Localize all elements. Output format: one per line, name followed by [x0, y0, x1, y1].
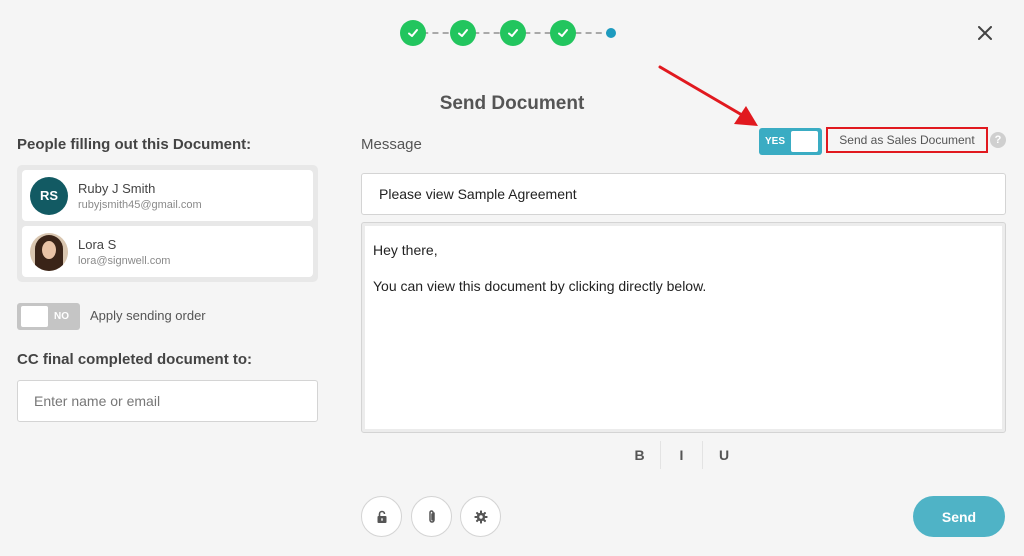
attach-button[interactable]	[411, 496, 452, 537]
cc-label: CC final completed document to:	[17, 351, 253, 368]
step-1-complete	[400, 20, 426, 46]
format-toolbar: B I U	[619, 441, 745, 469]
signer-email: rubyjsmith45@gmail.com	[78, 198, 202, 211]
step-5-current	[606, 28, 616, 38]
message-editor[interactable]: Hey there, You can view this document by…	[361, 222, 1006, 433]
toggle-state-label: NO	[54, 311, 69, 322]
signer-email: lora@signwell.com	[78, 254, 171, 267]
lock-icon	[377, 510, 386, 523]
toggle-knob	[21, 306, 48, 327]
arrow-annotation	[658, 65, 758, 126]
bold-button[interactable]: B	[619, 441, 661, 469]
underline-button[interactable]: U	[703, 441, 745, 469]
gear-icon	[474, 510, 487, 523]
check-icon	[408, 29, 418, 37]
signers-list: RS Ruby J Smith rubyjsmith45@gmail.com L…	[17, 165, 318, 282]
close-icon	[978, 26, 992, 40]
send-button[interactable]: Send	[913, 496, 1005, 537]
sending-order-label: Apply sending order	[90, 308, 206, 323]
step-3-complete	[500, 20, 526, 46]
settings-button[interactable]	[460, 496, 501, 537]
toggle-knob	[791, 131, 818, 152]
check-icon	[508, 29, 518, 37]
message-body[interactable]: Hey there, You can view this document by…	[365, 226, 1002, 429]
sending-order-toggle[interactable]: NO	[17, 303, 80, 330]
check-icon	[558, 29, 568, 37]
close-button[interactable]	[974, 22, 996, 44]
check-icon	[458, 29, 468, 37]
paperclip-icon	[428, 509, 435, 523]
body-line: Hey there,	[373, 242, 438, 258]
avatar: RS	[30, 176, 68, 215]
progress-stepper	[400, 20, 620, 46]
signer-name: Lora S	[78, 236, 117, 252]
signer-card[interactable]: RS Ruby J Smith rubyjsmith45@gmail.com	[22, 170, 313, 221]
lock-button[interactable]	[361, 496, 402, 537]
body-line: You can view this document by clicking d…	[373, 278, 707, 294]
help-icon[interactable]: ?	[990, 132, 1006, 148]
step-2-complete	[450, 20, 476, 46]
people-label: People filling out this Document:	[17, 136, 252, 153]
signer-name: Ruby J Smith	[78, 180, 156, 196]
cc-email-input[interactable]	[17, 380, 318, 422]
signer-card[interactable]: Lora S lora@signwell.com	[22, 226, 313, 277]
avatar-photo	[30, 232, 68, 271]
message-label: Message	[361, 136, 422, 153]
step-4-complete	[550, 20, 576, 46]
sales-document-label[interactable]: Send as Sales Document	[826, 127, 988, 153]
italic-button[interactable]: I	[661, 441, 703, 469]
page-title: Send Document	[439, 93, 585, 114]
subject-input[interactable]	[361, 173, 1006, 215]
